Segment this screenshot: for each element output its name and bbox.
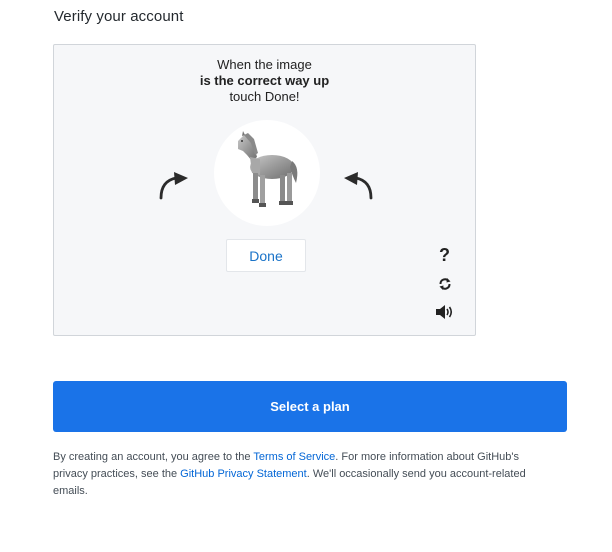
captcha-horse-image [238, 131, 298, 207]
terms-of-service-link[interactable]: Terms of Service [253, 451, 335, 463]
terms-notice: By creating an account, you agree to the… [53, 449, 553, 500]
done-button[interactable]: Done [226, 239, 306, 272]
question-mark-icon[interactable]: ? [439, 245, 450, 266]
instruction-line-1: When the image [217, 57, 312, 72]
refresh-icon[interactable] [438, 277, 452, 291]
captcha-instructions: When the image is the correct way up tou… [54, 57, 475, 105]
select-plan-button[interactable]: Select a plan [53, 381, 567, 432]
instruction-line-3: touch Done! [229, 89, 300, 104]
instruction-line-2: is the correct way up [199, 73, 330, 88]
rotate-left-arrow-icon[interactable] [156, 169, 192, 201]
speaker-icon[interactable] [435, 304, 455, 320]
captcha-panel: When the image is the correct way up tou… [53, 44, 476, 336]
privacy-statement-link[interactable]: GitHub Privacy Statement [180, 468, 307, 480]
rotate-right-arrow-icon[interactable] [340, 169, 376, 201]
terms-text-1: By creating an account, you agree to the [53, 451, 254, 463]
page-title: Verify your account [54, 8, 184, 25]
